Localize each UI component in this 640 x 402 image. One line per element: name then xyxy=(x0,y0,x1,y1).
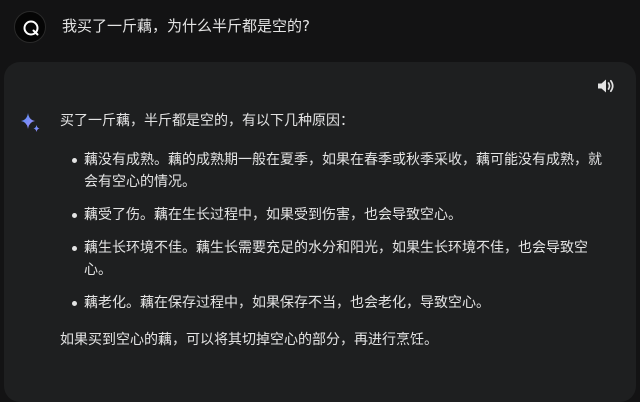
q-logo-icon xyxy=(23,20,39,36)
reason-item: 藕没有成熟。藕的成熟期一般在夏季，如果在春季或秋季采收，藕可能没有成熟，就会有空… xyxy=(72,149,614,193)
speaker-icon xyxy=(598,79,614,93)
response-body: 买了一斤藕，半斤都是空的，有以下几种原因： 藕没有成熟。藕的成熟期一般在夏季，如… xyxy=(60,110,620,351)
reason-item: 藕老化。藕在保存过程中，如果保存不当，也会老化，导致空心。 xyxy=(72,292,614,314)
read-aloud-button[interactable] xyxy=(596,76,616,96)
user-avatar[interactable] xyxy=(14,11,46,43)
response-intro: 买了一斤藕，半斤都是空的，有以下几种原因： xyxy=(60,113,354,129)
response-conclusion: 如果买到空心的藕，可以将其切掉空心的部分，再进行烹饪。 xyxy=(60,332,438,348)
reasons-list: 藕没有成熟。藕的成熟期一般在夏季，如果在春季或秋季采收，藕可能没有成熟，就会有空… xyxy=(60,149,620,314)
reason-item: 藕受了伤。藕在生长过程中，如果受到伤害，也会导致空心。 xyxy=(72,204,614,226)
response-card: 买了一斤藕，半斤都是空的，有以下几种原因： 藕没有成熟。藕的成熟期一般在夏季，如… xyxy=(4,62,636,402)
reason-item: 藕生长环境不佳。藕生长需要充足的水分和阳光，如果生长环境不佳，也会导致空心。 xyxy=(72,237,614,281)
user-message-row: 我买了一斤藕，为什么半斤都是空的? xyxy=(0,0,640,62)
sparkle-icon xyxy=(21,113,40,132)
user-message-text: 我买了一斤藕，为什么半斤都是空的? xyxy=(62,17,310,35)
assistant-avatar xyxy=(18,110,42,134)
